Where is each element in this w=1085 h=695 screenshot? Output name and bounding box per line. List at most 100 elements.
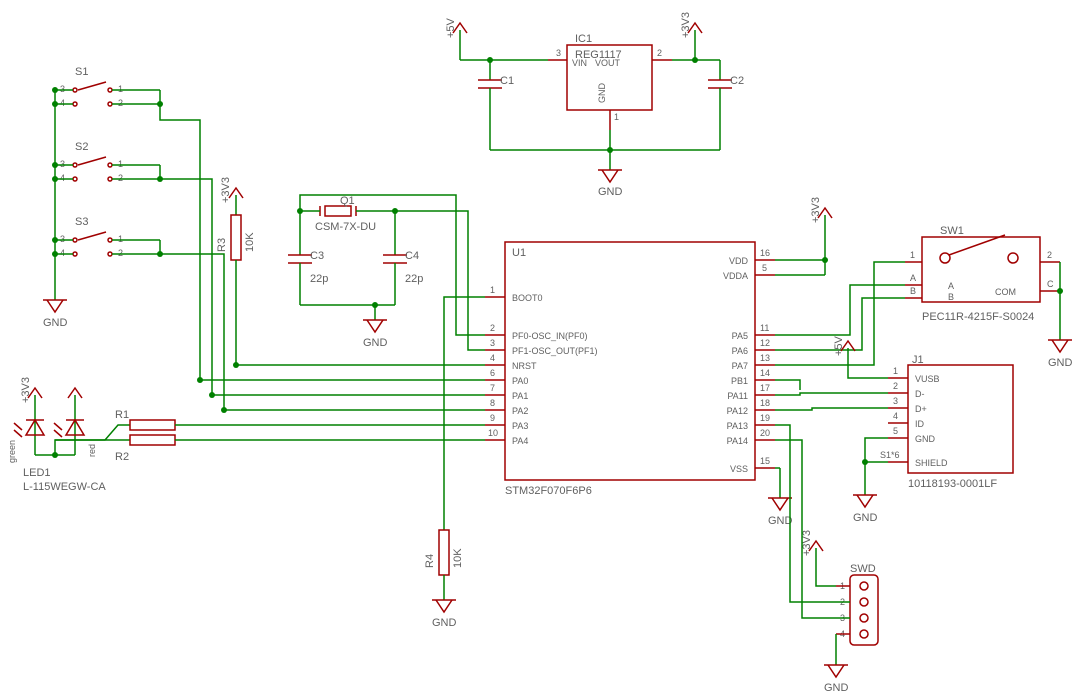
svg-text:4: 4 xyxy=(60,98,65,108)
svg-text:2: 2 xyxy=(657,48,662,58)
svg-text:BOOT0: BOOT0 xyxy=(512,293,543,303)
svg-text:R4: R4 xyxy=(424,554,436,568)
svg-text:PA14: PA14 xyxy=(727,436,748,446)
svg-text:14: 14 xyxy=(760,368,770,378)
svg-text:1: 1 xyxy=(614,112,619,122)
svg-text:S1: S1 xyxy=(75,66,88,78)
svg-text:CSM-7X-DU: CSM-7X-DU xyxy=(315,221,376,233)
svg-text:C4: C4 xyxy=(405,250,419,262)
svg-text:+3V3: +3V3 xyxy=(680,12,692,38)
svg-text:U1: U1 xyxy=(512,247,526,259)
svg-text:Q1: Q1 xyxy=(340,195,355,207)
regulator-ic: IC1 REG1117 3 VIN 2 VOUT 1 GND xyxy=(548,33,672,130)
svg-text:GND: GND xyxy=(853,512,878,524)
svg-text:1: 1 xyxy=(490,285,495,295)
mcu-right-pins: 16VDD 5VDDA 11PA5 12PA6 13PA7 14PB1 17PA… xyxy=(723,248,775,474)
svg-text:SHIELD: SHIELD xyxy=(915,458,948,468)
svg-text:PA5: PA5 xyxy=(732,331,748,341)
svg-text:2: 2 xyxy=(118,98,123,108)
svg-text:PA1: PA1 xyxy=(512,391,528,401)
svg-text:12: 12 xyxy=(760,338,770,348)
svg-text:13: 13 xyxy=(760,353,770,363)
svg-text:VDDA: VDDA xyxy=(723,271,748,281)
svg-text:7: 7 xyxy=(490,383,495,393)
svg-text:GND: GND xyxy=(598,186,623,198)
cap-c1: C1 xyxy=(478,60,548,150)
svg-text:S3: S3 xyxy=(75,216,88,228)
svg-text:2: 2 xyxy=(1047,250,1052,260)
switch-s2: S2 3 4 1 2 xyxy=(60,141,123,183)
schematic: IC1 REG1117 3 VIN 2 VOUT 1 GND C1 C2 +5V… xyxy=(0,0,1085,695)
svg-text:3: 3 xyxy=(60,234,65,244)
crystal-block: Q1 CSM-7X-DU C3 22p C4 22p GND xyxy=(288,195,485,350)
svg-text:10K: 10K xyxy=(452,548,464,568)
svg-text:VIN: VIN xyxy=(572,58,587,68)
svg-text:1: 1 xyxy=(893,366,898,376)
svg-text:2: 2 xyxy=(118,173,123,183)
svg-text:STM32F070F6P6: STM32F070F6P6 xyxy=(505,485,592,497)
svg-text:GND: GND xyxy=(363,337,388,349)
svg-text:+3V3: +3V3 xyxy=(220,177,232,203)
svg-text:3: 3 xyxy=(893,396,898,406)
encoder-sw1: SW1 PEC11R-4215F-S0024 1 2 A B C A B COM… xyxy=(775,225,1073,369)
svg-text:B: B xyxy=(910,286,916,296)
ic1-ref: IC1 xyxy=(575,33,592,45)
svg-text:9: 9 xyxy=(490,413,495,423)
svg-text:VOUT: VOUT xyxy=(595,58,621,68)
svg-text:PA11: PA11 xyxy=(727,391,748,401)
svg-text:C1: C1 xyxy=(500,75,514,87)
svg-text:GND: GND xyxy=(1048,357,1073,369)
svg-text:C3: C3 xyxy=(310,250,324,262)
svg-text:green: green xyxy=(7,440,17,463)
svg-text:B: B xyxy=(948,292,954,302)
svg-text:4: 4 xyxy=(60,248,65,258)
svg-text:VSS: VSS xyxy=(730,464,748,474)
svg-text:C: C xyxy=(1047,279,1054,289)
svg-text:C2: C2 xyxy=(730,75,744,87)
svg-text:18: 18 xyxy=(760,398,770,408)
rail-3v3-reg: +3V3 xyxy=(680,12,702,63)
svg-text:PF1-OSC_OUT(PF1): PF1-OSC_OUT(PF1) xyxy=(512,346,598,356)
svg-text:COM: COM xyxy=(995,287,1016,297)
svg-text:3: 3 xyxy=(490,338,495,348)
svg-text:10: 10 xyxy=(488,428,498,438)
svg-text:15: 15 xyxy=(760,456,770,466)
svg-text:17: 17 xyxy=(760,383,770,393)
svg-text:+5V: +5V xyxy=(445,17,457,38)
mcu-3v3: +3V3 xyxy=(775,197,832,275)
svg-text:PA4: PA4 xyxy=(512,436,528,446)
svg-text:4: 4 xyxy=(490,353,495,363)
svg-text:10K: 10K xyxy=(244,232,256,252)
svg-text:3: 3 xyxy=(60,159,65,169)
svg-text:D+: D+ xyxy=(915,404,927,414)
svg-text:5: 5 xyxy=(762,263,767,273)
svg-text:19: 19 xyxy=(760,413,770,423)
svg-text:SWD: SWD xyxy=(850,563,876,575)
svg-text:8: 8 xyxy=(490,398,495,408)
svg-text:VDD: VDD xyxy=(729,256,749,266)
svg-text:PA12: PA12 xyxy=(727,406,748,416)
svg-text:PA13: PA13 xyxy=(727,421,748,431)
svg-text:5: 5 xyxy=(893,426,898,436)
svg-text:R3: R3 xyxy=(216,238,228,252)
mcu-left-pins: 1BOOT0 2PF0-OSC_IN(PF0) 3PF1-OSC_OUT(PF1… xyxy=(485,285,598,446)
svg-text:20: 20 xyxy=(760,428,770,438)
r4-boot0: GND R4 10K xyxy=(424,297,485,629)
svg-text:S1*6: S1*6 xyxy=(880,450,900,460)
svg-text:SW1: SW1 xyxy=(940,225,964,237)
svg-text:red: red xyxy=(87,444,97,457)
svg-text:A: A xyxy=(910,273,916,283)
svg-text:PA0: PA0 xyxy=(512,376,528,386)
svg-text:2: 2 xyxy=(893,381,898,391)
mcu-u1: U1 STM32F070F6P6 1BOOT0 2PF0-OSC_IN(PF0)… xyxy=(485,242,775,497)
svg-text:R2: R2 xyxy=(115,451,129,463)
svg-text:PA2: PA2 xyxy=(512,406,528,416)
mcu-gnd: GND xyxy=(768,468,793,527)
svg-text:+3V3: +3V3 xyxy=(801,530,813,556)
switch-s1: S1 3 4 1 2 xyxy=(60,66,123,108)
svg-text:10118193-0001LF: 10118193-0001LF xyxy=(908,478,997,490)
svg-text:PEC11R-4215F-S0024: PEC11R-4215F-S0024 xyxy=(922,311,1034,323)
swd-header: SWD 1 2 3 4 +3V3 GND xyxy=(775,425,878,694)
rail-5v-reg: +5V xyxy=(445,17,493,63)
svg-text:11: 11 xyxy=(760,323,769,333)
